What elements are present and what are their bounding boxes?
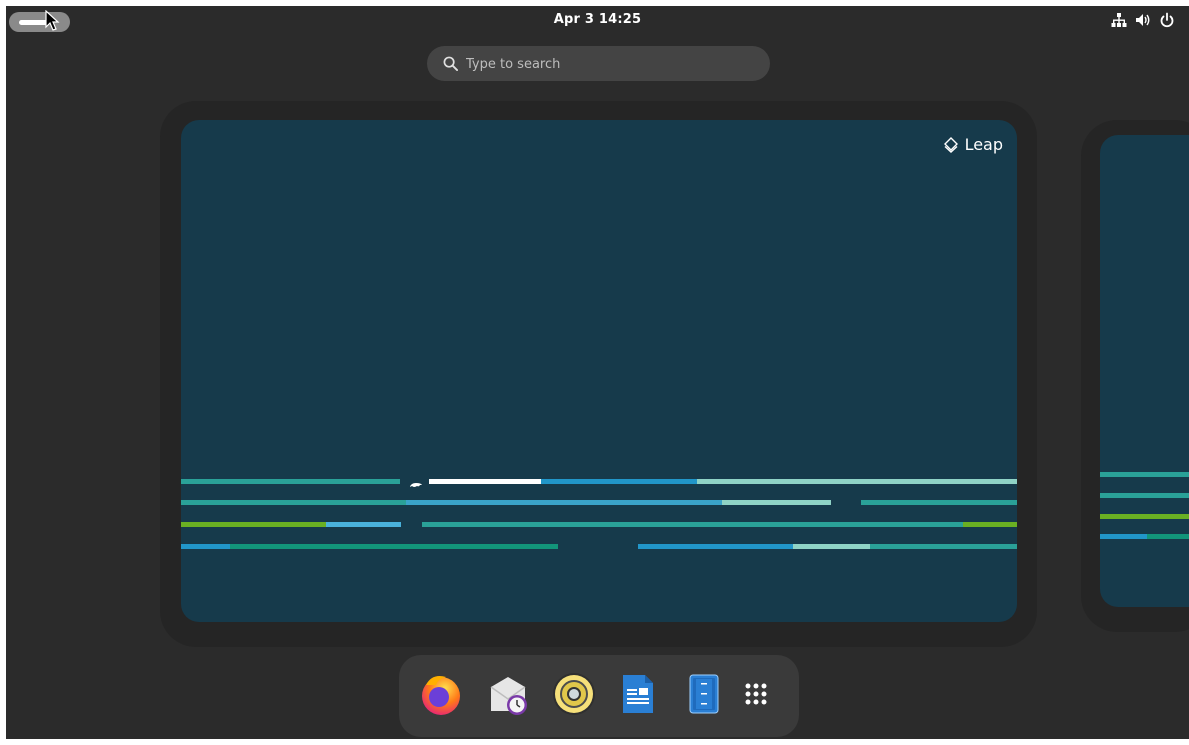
- wallpaper-stripe: [1100, 534, 1147, 539]
- search-icon: [443, 56, 458, 71]
- leap-label: Leap: [964, 135, 1003, 154]
- show-apps-icon: [745, 683, 767, 705]
- workspace-thumbnail[interactable]: Leap: [181, 120, 1017, 622]
- rhythmbox-icon: [553, 673, 595, 715]
- desktop-screen: Apr 3 14:25 Type to search Leap: [6, 6, 1189, 739]
- wallpaper-stripe: [1100, 493, 1189, 498]
- wallpaper-stripe: [541, 479, 697, 484]
- search-bar[interactable]: [427, 46, 770, 81]
- system-tray[interactable]: [1111, 12, 1175, 28]
- wallpaper-stripe: [870, 544, 1017, 549]
- wallpaper-stripe: [326, 522, 401, 527]
- search-input[interactable]: [464, 52, 758, 76]
- show-apps-button[interactable]: [733, 671, 779, 717]
- wallpaper-stripe: [1100, 472, 1189, 477]
- wallpaper-stripe: [406, 500, 722, 505]
- chameleon-logo-icon: [410, 483, 422, 487]
- wallpaper-stripe: [181, 544, 230, 549]
- wallpaper-stripe: [722, 500, 831, 505]
- mail-scheduler-launcher[interactable]: [485, 671, 531, 717]
- file-archiver-icon: [689, 674, 719, 714]
- dock: [399, 655, 799, 737]
- libreoffice-writer-launcher[interactable]: [615, 671, 661, 717]
- workspace-label: Leap: [943, 135, 1003, 154]
- firefox-icon: [422, 676, 460, 715]
- wallpaper-stripe: [181, 479, 400, 484]
- wallpaper-stripe: [793, 544, 870, 549]
- wallpaper-stripe: [1147, 534, 1189, 539]
- volume-icon[interactable]: [1135, 12, 1151, 28]
- wallpaper-stripe: [861, 500, 1017, 505]
- evolution-mail-icon: [490, 677, 527, 715]
- wallpaper-stripe: [1100, 514, 1189, 519]
- wallpaper-stripe: [963, 522, 1017, 527]
- libreoffice-writer-icon: [623, 675, 653, 713]
- top-bar: Apr 3 14:25: [6, 6, 1189, 34]
- wallpaper-stripe: [429, 479, 541, 484]
- wallpaper-stripe: [181, 522, 326, 527]
- clock[interactable]: Apr 3 14:25: [6, 12, 1189, 27]
- leap-logo-icon: [943, 136, 958, 153]
- power-icon[interactable]: [1159, 12, 1175, 28]
- wallpaper-stripe: [638, 544, 793, 549]
- rhythmbox-launcher[interactable]: [551, 671, 597, 717]
- wallpaper-stripe: [697, 479, 1017, 484]
- wallpaper-stripe: [181, 500, 406, 505]
- wallpaper-stripe: [230, 544, 558, 549]
- network-icon[interactable]: [1111, 12, 1127, 28]
- archive-manager-launcher[interactable]: [681, 671, 727, 717]
- firefox-launcher[interactable]: [418, 671, 464, 717]
- wallpaper-stripe: [422, 522, 963, 527]
- next-workspace-thumbnail[interactable]: [1100, 135, 1189, 607]
